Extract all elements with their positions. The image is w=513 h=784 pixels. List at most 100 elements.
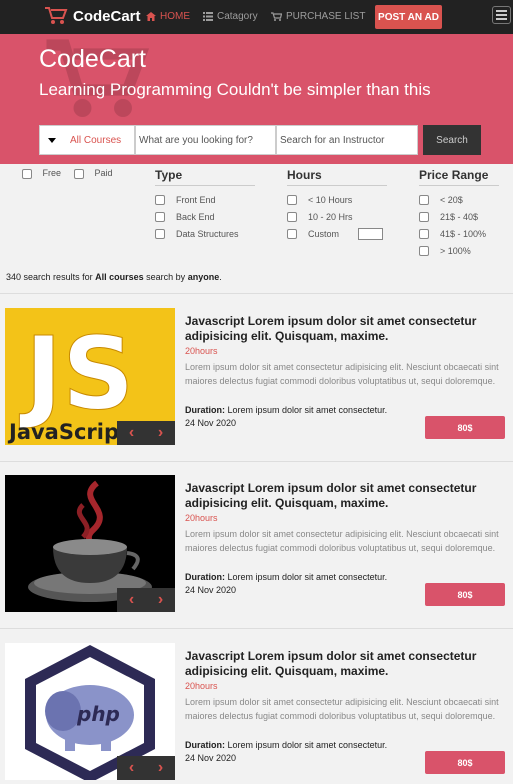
menu-toggle-icon[interactable] [492,6,511,24]
type-option-label: Front End [176,194,216,205]
price-checkbox[interactable] [419,194,429,205]
type-option[interactable]: Back End [155,208,255,225]
free-filter[interactable]: Free [22,168,61,179]
hours-heading: Hours [287,168,387,186]
prev-arrow-icon[interactable]: ‹ [129,424,134,442]
course-thumbnail[interactable]: ‹ › [5,475,175,612]
next-arrow-icon[interactable]: › [158,759,163,777]
divider [0,461,513,462]
prev-arrow-icon[interactable]: ‹ [129,759,134,777]
results-category: All courses [95,272,144,282]
custom-hours-input[interactable] [358,227,384,240]
paid-checkbox[interactable] [74,168,84,179]
search-input[interactable]: What are you looking for? [135,125,276,155]
hours-option-label: Custom [308,228,340,239]
price-option[interactable]: > 100% [419,242,499,259]
post-ad-button[interactable]: POST AN AD [375,5,442,29]
top-navbar: CodeCart HOME Catagory PURCHASE LIST POS… [0,0,513,34]
results-count: 340 [6,272,22,282]
nav-purchase-list[interactable]: PURCHASE LIST [271,11,365,22]
hours-option[interactable]: < 10 Hours [287,191,387,208]
course-description: Lorem ipsum dolor sit amet consectetur a… [185,362,499,386]
results-mid: search by [146,272,186,282]
course-date: 24 Nov 2020 [185,585,237,595]
price-button[interactable]: 80$ [425,416,505,439]
course-select[interactable]: All Courses [39,125,135,155]
nav-category[interactable]: Catagory [203,11,258,22]
course-description: Lorem ipsum dolor sit amet consectetur a… [185,697,499,721]
type-checkbox[interactable] [155,211,165,222]
course-hours: 20hours [185,346,218,356]
results-prefix: search results for [23,272,93,282]
type-option[interactable]: Data Structures [155,225,255,242]
course-hours: 20hours [185,681,218,691]
prev-arrow-icon[interactable]: ‹ [129,591,134,609]
js-logo-text: JS [19,315,134,432]
carousel-controls: ‹ › [117,756,175,780]
type-checkbox[interactable] [155,228,165,239]
nav-category-label: Catagory [217,11,258,22]
course-duration: Duration: Lorem ipsum dolor sit amet con… [185,405,387,415]
course-description: Lorem ipsum dolor sit amet consectetur a… [185,529,499,553]
course-duration: Duration: Lorem ipsum dolor sit amet con… [185,740,387,750]
course-thumbnail[interactable]: php ‹ › [5,643,175,780]
price-checkbox[interactable] [419,228,429,239]
course-title[interactable]: Javascript Lorem ipsum dolor sit amet co… [185,314,505,343]
filters-panel: Free Paid Type Front End Back End Data S… [0,164,513,266]
price-button[interactable]: 80$ [425,583,505,606]
price-checkbox[interactable] [419,211,429,222]
hero-subtitle: Learning Programming Couldn't be simpler… [39,80,431,99]
search-bar: All Courses What are you looking for? Se… [39,125,481,155]
type-option[interactable]: Front End [155,191,255,208]
brand-logo[interactable]: CodeCart [44,6,141,26]
price-option[interactable]: 41$ - 100% [419,225,499,242]
price-option[interactable]: < 20$ [419,191,499,208]
hours-checkbox[interactable] [287,194,297,205]
nav-home-label: HOME [160,11,190,22]
duration-value: Lorem ipsum dolor sit amet consectetur. [227,572,388,582]
instructor-search-input[interactable]: Search for an Instructor [276,125,418,155]
hours-checkbox[interactable] [287,211,297,222]
course-card[interactable]: php ‹ › Javascript Lorem ipsum dolor sit… [0,643,513,783]
price-option-label: 41$ - 100% [440,228,487,239]
price-button[interactable]: 80$ [425,751,505,774]
next-arrow-icon[interactable]: › [158,591,163,609]
duration-label: Duration: [185,405,225,415]
type-filter: Type Front End Back End Data Structures [155,168,255,242]
type-heading: Type [155,168,255,186]
divider [0,293,513,294]
divider [0,628,513,629]
home-icon [146,12,156,21]
hours-option-label: < 10 Hours [308,194,353,205]
duration-value: Lorem ipsum dolor sit amet consectetur. [227,740,388,750]
carousel-controls: ‹ › [117,588,175,612]
type-checkbox[interactable] [155,194,165,205]
price-option-label: < 20$ [440,194,463,205]
nav-home[interactable]: HOME [146,11,190,22]
course-title[interactable]: Javascript Lorem ipsum dolor sit amet co… [185,649,505,678]
course-thumbnail[interactable]: JS JavaScript ‹ › [5,308,175,445]
course-duration: Duration: Lorem ipsum dolor sit amet con… [185,572,387,582]
hours-option[interactable]: Custom [287,225,387,242]
price-checkbox[interactable] [419,245,429,256]
price-option-label: 21$ - 40$ [440,211,479,222]
search-button[interactable]: Search [423,125,481,155]
hours-option[interactable]: 10 - 20 Hrs [287,208,387,225]
free-checkbox[interactable] [22,168,32,179]
price-option[interactable]: 21$ - 40$ [419,208,499,225]
course-hours: 20hours [185,513,218,523]
course-card[interactable]: JS JavaScript ‹ › Javascript Lorem ipsum… [0,308,513,448]
next-arrow-icon[interactable]: › [158,424,163,442]
course-date: 24 Nov 2020 [185,753,237,763]
course-title[interactable]: Javascript Lorem ipsum dolor sit amet co… [185,481,505,510]
course-card[interactable]: ‹ › Javascript Lorem ipsum dolor sit ame… [0,475,513,615]
price-filter: Price Range < 20$ 21$ - 40$ 41$ - 100% >… [419,168,499,259]
results-suffix: . [219,272,222,282]
type-option-label: Data Structures [176,228,239,239]
nav-purchase-label: PURCHASE LIST [286,11,366,22]
duration-label: Duration: [185,572,225,582]
paid-filter[interactable]: Paid [74,168,113,179]
type-option-label: Back End [176,211,215,222]
hours-checkbox[interactable] [287,228,297,239]
price-heading: Price Range [419,168,499,186]
